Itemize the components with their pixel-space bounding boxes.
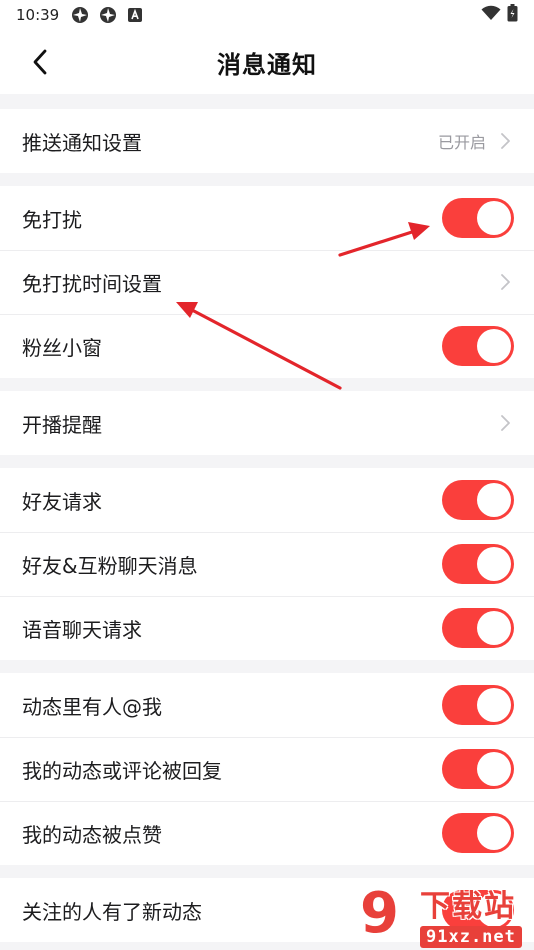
toggle-friend-chat-messages[interactable] <box>442 544 514 584</box>
row-status-value: 已开启 <box>437 133 486 152</box>
chevron-right-icon <box>498 273 512 291</box>
toggle-knob <box>477 752 511 786</box>
chevron-left-icon <box>33 49 47 75</box>
row-friend-chat-messages: 好友&互粉聊天消息 <box>0 532 534 596</box>
settings-group-dnd: 免打扰 免打扰时间设置 粉丝小窗 <box>0 186 534 378</box>
settings-group-friends: 好友请求 好友&互粉聊天消息 语音聊天请求 <box>0 468 534 660</box>
toggle-friend-request[interactable] <box>442 480 514 520</box>
toggle-fan-window[interactable] <box>442 326 514 366</box>
toggle-do-not-disturb[interactable] <box>442 198 514 238</box>
back-button[interactable] <box>26 48 54 76</box>
row-label: 好友&互粉聊天消息 <box>22 553 198 578</box>
toggle-knob <box>477 329 511 363</box>
row-label: 关注的人有了新动态 <box>22 899 202 924</box>
toggle-knob <box>477 611 511 645</box>
a-badge-icon <box>127 7 143 23</box>
row-label: 我的动态或评论被回复 <box>22 758 222 783</box>
row-label: 粉丝小窗 <box>22 335 102 360</box>
watermark-logo-glyph: 9 <box>360 881 399 946</box>
settings-group-live: 开播提醒 <box>0 391 534 455</box>
toggle-knob <box>477 201 511 235</box>
chevron-right-icon <box>498 414 512 432</box>
row-label: 好友请求 <box>22 489 102 514</box>
toggle-knob <box>477 483 511 517</box>
row-label: 语音聊天请求 <box>22 617 142 642</box>
page-title: 消息通知 <box>217 50 317 79</box>
toggle-knob <box>477 547 511 581</box>
row-label: 开播提醒 <box>22 412 102 437</box>
toggle-voice-chat-request[interactable] <box>442 608 514 648</box>
status-time: 10:39 <box>16 6 60 24</box>
chevron-right-icon <box>498 132 512 150</box>
watermark-domain: 91xz.net <box>420 926 522 948</box>
toggle-knob <box>477 816 511 850</box>
row-label: 推送通知设置 <box>22 130 142 155</box>
row-mentioned-in-moment: 动态里有人@我 <box>0 673 534 737</box>
row-label: 免打扰时间设置 <box>22 271 162 296</box>
row-dnd-time-settings[interactable]: 免打扰时间设置 <box>0 250 534 314</box>
row-moment-liked: 我的动态被点赞 <box>0 801 534 865</box>
row-do-not-disturb: 免打扰 <box>0 186 534 250</box>
site-watermark: 9 下载站 91xz.net <box>358 882 530 948</box>
row-push-settings[interactable]: 推送通知设置 已开启 <box>0 109 534 173</box>
watermark-logo: 9 <box>358 886 416 948</box>
row-label: 动态里有人@我 <box>22 694 162 719</box>
row-label: 我的动态被点赞 <box>22 822 162 847</box>
row-label: 免打扰 <box>22 207 82 232</box>
toggle-knob <box>477 688 511 722</box>
app-pinwheel-icon <box>71 6 89 24</box>
row-live-reminder[interactable]: 开播提醒 <box>0 391 534 455</box>
nav-bar: 消息通知 <box>0 30 534 94</box>
status-bar: 10:39 <box>0 0 534 30</box>
settings-group-moments: 动态里有人@我 我的动态或评论被回复 我的动态被点赞 <box>0 673 534 865</box>
row-moment-reply: 我的动态或评论被回复 <box>0 737 534 801</box>
watermark-text: 下载站 <box>420 889 516 924</box>
app-pinwheel-icon <box>99 6 117 24</box>
wifi-icon <box>481 5 501 25</box>
row-friend-request: 好友请求 <box>0 468 534 532</box>
toggle-mentioned-in-moment[interactable] <box>442 685 514 725</box>
row-fan-window: 粉丝小窗 <box>0 314 534 378</box>
battery-icon <box>507 4 518 26</box>
settings-group-push: 推送通知设置 已开启 <box>0 109 534 173</box>
toggle-moment-liked[interactable] <box>442 813 514 853</box>
row-voice-chat-request: 语音聊天请求 <box>0 596 534 660</box>
toggle-moment-reply[interactable] <box>442 749 514 789</box>
